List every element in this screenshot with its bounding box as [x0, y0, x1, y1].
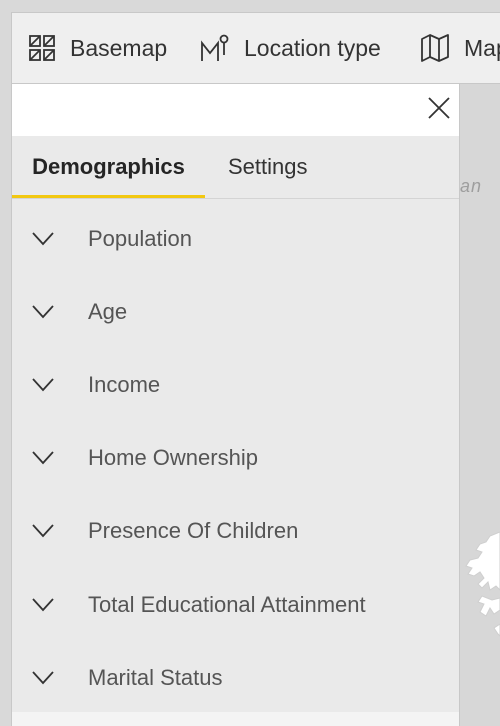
chevron-down-icon [32, 231, 54, 245]
location-pin-icon [200, 33, 230, 63]
list-item-home-ownership[interactable]: Home Ownership [12, 422, 459, 495]
location-type-button[interactable]: Location type [200, 13, 381, 83]
chevron-down-icon [32, 524, 54, 538]
tab-settings[interactable]: Settings [228, 136, 308, 198]
panel-footer [12, 712, 459, 726]
active-tab-indicator [12, 195, 205, 198]
list-item-presence-of-children[interactable]: Presence Of Children [12, 495, 459, 568]
map-icon [420, 33, 450, 63]
list-item-label: Marital Status [88, 664, 223, 690]
map-place-label: an [460, 176, 483, 196]
basemap-grid-icon [28, 34, 56, 62]
list-item-marital-status[interactable]: Marital Status [12, 641, 459, 714]
map-coastline [465, 531, 500, 637]
demographics-panel: Demographics Settings Population Age Inc… [11, 84, 460, 726]
panel-header [12, 84, 459, 136]
map-tools-button[interactable]: Map tools [420, 13, 500, 83]
list-item-label: Income [88, 371, 161, 397]
list-item-label: Total Educational Attainment [88, 591, 366, 617]
list-item-label: Presence Of Children [88, 518, 299, 544]
location-type-label: Location type [244, 34, 381, 61]
tab-demographics[interactable]: Demographics [12, 136, 205, 198]
map-tools-label: Map tools [464, 34, 500, 61]
chevron-down-icon [32, 671, 54, 685]
map-toolbar: Basemap Location type Map to [11, 12, 500, 84]
list-item-age[interactable]: Age [12, 275, 459, 348]
chevron-down-icon [32, 597, 54, 611]
list-item-total-educational-attainment[interactable]: Total Educational Attainment [12, 568, 459, 641]
tab-demographics-label: Demographics [32, 154, 185, 179]
panel-tabs: Demographics Settings [12, 136, 459, 199]
list-item-label: Population [88, 225, 192, 251]
basemap-label: Basemap [70, 34, 168, 61]
tab-settings-label: Settings [228, 154, 308, 179]
close-icon [427, 96, 451, 125]
list-item-label: Age [88, 298, 128, 324]
close-button[interactable] [425, 96, 453, 124]
chevron-down-icon [32, 378, 54, 392]
list-item-label: Home Ownership [88, 445, 258, 471]
chevron-down-icon [32, 451, 54, 465]
map-canvas[interactable]: an [460, 84, 500, 726]
chevron-down-icon [32, 305, 54, 319]
demographics-list: Population Age Income Home Ownership Pre… [12, 202, 459, 714]
basemap-button[interactable]: Basemap [28, 13, 167, 83]
list-item-income[interactable]: Income [12, 348, 459, 421]
list-item-population[interactable]: Population [12, 202, 459, 275]
